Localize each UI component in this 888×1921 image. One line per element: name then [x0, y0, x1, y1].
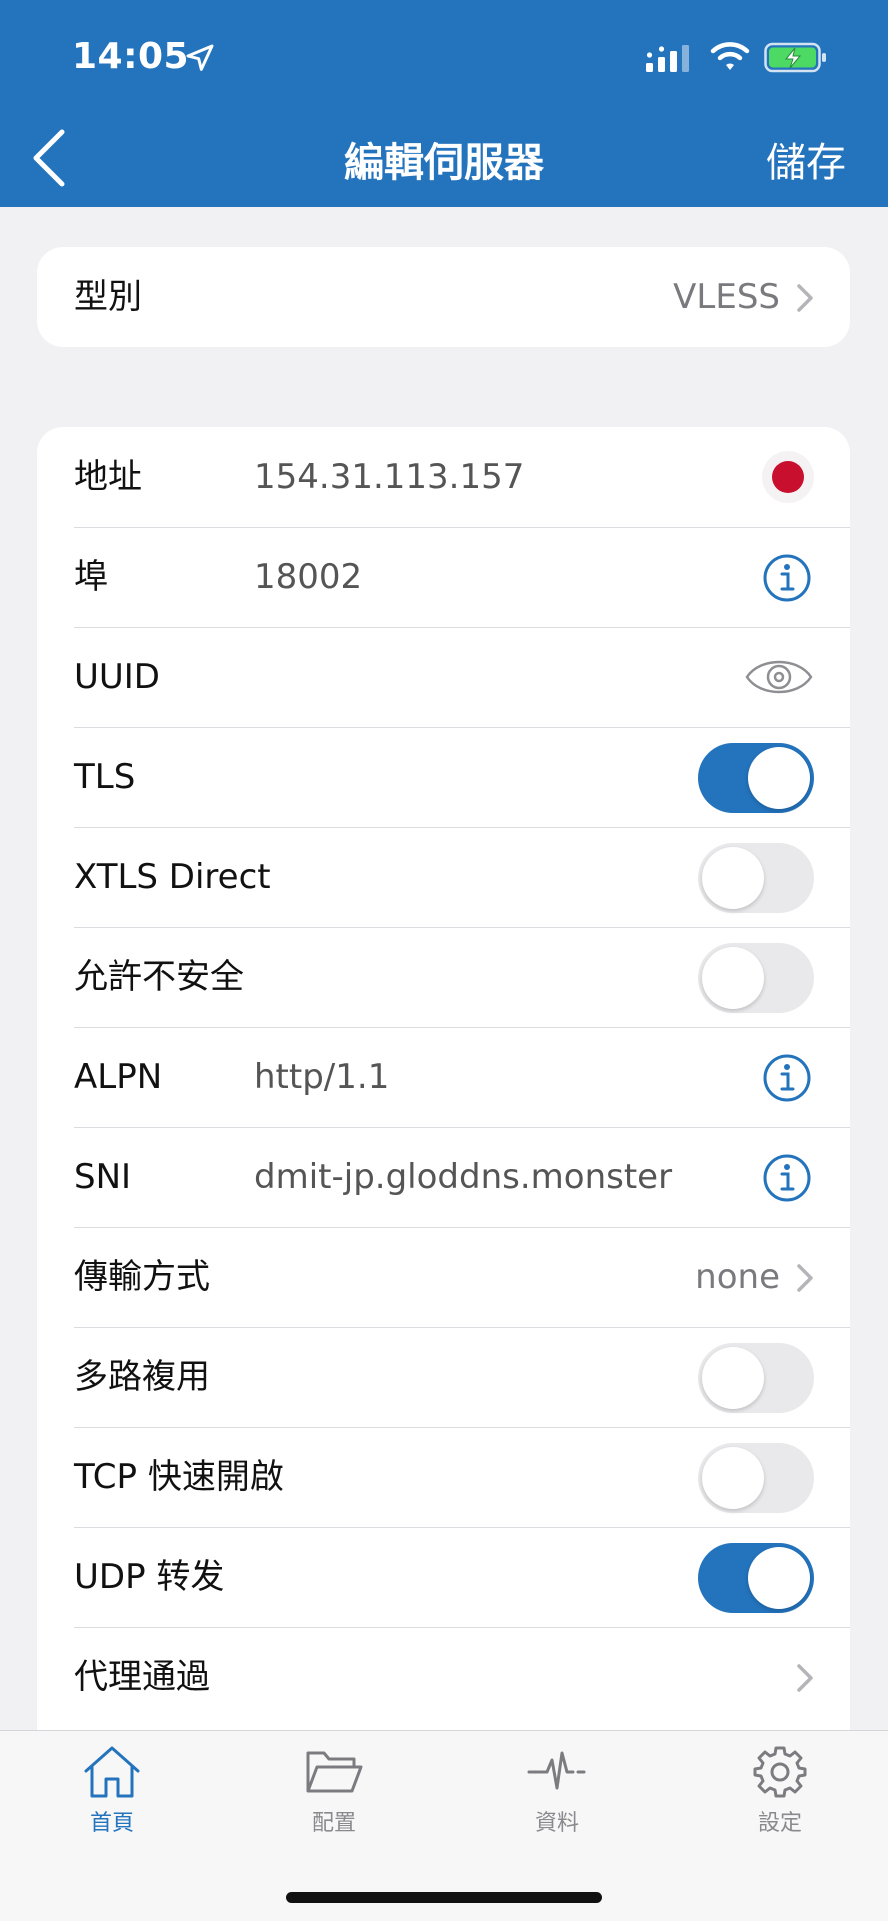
- port-row[interactable]: 埠 18002: [37, 527, 850, 627]
- udp-label: UDP 转发: [74, 1557, 225, 1597]
- info-icon[interactable]: [762, 1153, 812, 1203]
- home-icon: [84, 1746, 140, 1798]
- tls-toggle[interactable]: [698, 743, 814, 813]
- transport-label: 傳輸方式: [74, 1257, 210, 1297]
- udp-row: UDP 转发: [37, 1527, 850, 1627]
- address-label: 地址: [74, 457, 142, 497]
- battery-charging-icon: [764, 42, 826, 73]
- address-row[interactable]: 地址 154.31.113.157: [37, 427, 850, 527]
- type-value: VLESS: [673, 277, 780, 317]
- mux-toggle[interactable]: [698, 1343, 814, 1413]
- eye-icon[interactable]: [744, 654, 814, 700]
- gear-icon: [753, 1746, 807, 1798]
- home-indicator: [286, 1892, 602, 1903]
- toggle-knob: [702, 847, 764, 909]
- sni-value[interactable]: dmit-jp.gloddns.monster: [254, 1127, 672, 1227]
- wifi-icon: [710, 42, 750, 70]
- type-card: 型別 VLESS: [37, 247, 850, 347]
- mux-label: 多路複用: [74, 1357, 210, 1397]
- status-time: 14:05: [72, 36, 190, 77]
- toggle-knob: [748, 1547, 810, 1609]
- insecure-row: 允許不安全: [37, 927, 850, 1027]
- alpn-label: ALPN: [74, 1057, 163, 1097]
- transport-value: none: [695, 1257, 780, 1297]
- save-button[interactable]: 儲存: [766, 130, 846, 188]
- type-label: 型別: [74, 277, 142, 317]
- insecure-label: 允許不安全: [74, 957, 244, 997]
- tab-settings-label: 設定: [757, 1811, 802, 1836]
- app-header: 14:05 編輯伺服器 儲存: [0, 0, 888, 207]
- chevron-right-icon: [797, 1264, 813, 1292]
- sni-label: SNI: [74, 1157, 132, 1197]
- toggle-knob: [702, 947, 764, 1009]
- port-label: 埠: [74, 557, 108, 597]
- type-row[interactable]: 型別 VLESS: [37, 247, 850, 347]
- uuid-row[interactable]: UUID: [37, 627, 850, 727]
- location-arrow-icon: [186, 44, 214, 71]
- activity-icon: [527, 1751, 586, 1790]
- tls-label: TLS: [74, 757, 136, 797]
- tls-row: TLS: [37, 727, 850, 827]
- chevron-right-icon: [797, 284, 813, 312]
- tfo-label: TCP 快速開啟: [74, 1457, 284, 1497]
- japan-flag-icon: [762, 451, 814, 503]
- address-value[interactable]: 154.31.113.157: [254, 427, 524, 527]
- tab-config[interactable]: 配置: [264, 1745, 404, 1837]
- tfo-toggle[interactable]: [698, 1443, 814, 1513]
- uuid-label: UUID: [74, 657, 160, 697]
- cellular-signal-icon: [646, 45, 689, 72]
- tab-data[interactable]: 資料: [487, 1745, 627, 1837]
- toggle-knob: [702, 1447, 764, 1509]
- sni-row[interactable]: SNI dmit-jp.gloddns.monster: [37, 1127, 850, 1227]
- tab-home[interactable]: 首頁: [42, 1745, 182, 1837]
- server-settings-card: 地址 154.31.113.157 埠 18002 UUID TLS XTLS …: [37, 427, 850, 1737]
- port-value[interactable]: 18002: [254, 527, 362, 627]
- xtls-row: XTLS Direct: [37, 827, 850, 927]
- udp-toggle[interactable]: [698, 1543, 814, 1613]
- chevron-right-icon: [797, 1664, 813, 1692]
- tfo-row: TCP 快速開啟: [37, 1427, 850, 1527]
- tab-settings[interactable]: 設定: [710, 1745, 850, 1837]
- toggle-knob: [702, 1347, 764, 1409]
- info-icon[interactable]: [762, 1053, 812, 1103]
- tab-home-label: 首頁: [89, 1811, 134, 1836]
- toggle-knob: [748, 747, 810, 809]
- xtls-toggle[interactable]: [698, 843, 814, 913]
- mux-row: 多路複用: [37, 1327, 850, 1427]
- insecure-toggle[interactable]: [698, 943, 814, 1013]
- alpn-value[interactable]: http/1.1: [254, 1027, 389, 1127]
- xtls-label: XTLS Direct: [74, 857, 271, 897]
- folder-icon: [306, 1751, 363, 1793]
- proxy-via-label: 代理通過: [74, 1657, 210, 1697]
- page-title: 編輯伺服器: [344, 140, 544, 186]
- alpn-row[interactable]: ALPN http/1.1: [37, 1027, 850, 1127]
- proxy-via-row[interactable]: 代理通過: [37, 1627, 850, 1727]
- transport-row[interactable]: 傳輸方式 none: [37, 1227, 850, 1327]
- tab-data-label: 資料: [534, 1811, 579, 1836]
- tab-config-label: 配置: [311, 1811, 356, 1836]
- info-icon[interactable]: [762, 553, 812, 603]
